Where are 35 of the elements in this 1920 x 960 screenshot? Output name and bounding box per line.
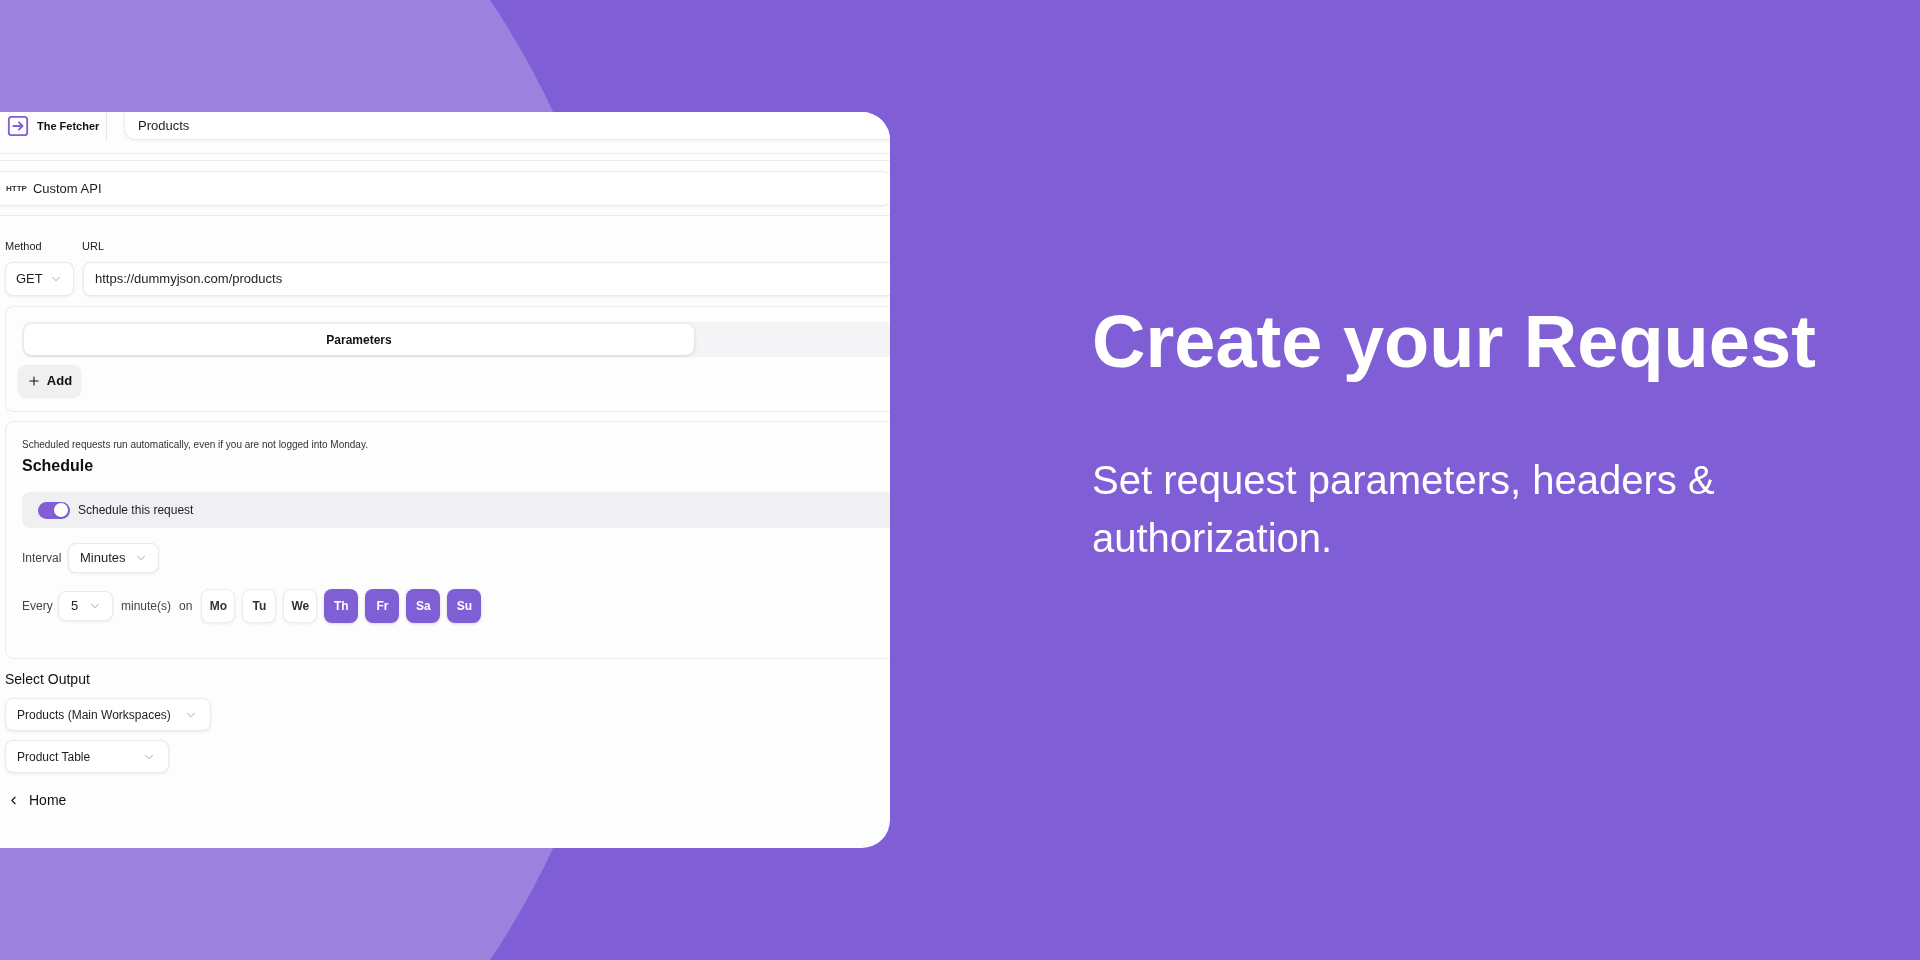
on-label: on xyxy=(179,598,193,615)
add-button[interactable]: Add xyxy=(18,365,81,397)
interval-label: Interval xyxy=(22,550,63,567)
url-label: URL xyxy=(82,239,104,255)
method-label: Method xyxy=(5,239,43,255)
day-toggle[interactable]: Mo xyxy=(201,589,236,623)
logo-icon xyxy=(7,115,29,137)
every-label: Every xyxy=(22,598,54,615)
http-label: HTTP xyxy=(6,184,27,193)
day-toggle[interactable]: Th xyxy=(324,589,359,623)
header-tab[interactable]: Products xyxy=(124,112,890,140)
dropdown-select[interactable]: Product Table xyxy=(5,740,169,773)
dropdown-select[interactable]: 5 xyxy=(58,591,113,621)
dropdown-select[interactable]: Minutes xyxy=(68,543,159,573)
day-toggle[interactable]: Fr xyxy=(365,589,400,623)
day-toggle[interactable]: Sa xyxy=(406,589,441,623)
day-toggle[interactable]: We xyxy=(283,589,318,623)
day-toggle[interactable]: Tu xyxy=(242,589,277,623)
source-label: Custom API xyxy=(32,179,102,198)
tab[interactable]: Parameters xyxy=(24,324,694,355)
toggle-label: Schedule this request xyxy=(78,502,194,519)
source-card[interactable]: HTTP Custom API xyxy=(0,171,890,206)
dropdown-select[interactable]: GET xyxy=(5,262,74,296)
day-toggle[interactable]: Su xyxy=(447,589,482,623)
output-title: Select Output xyxy=(5,670,91,689)
unit-label: minute(s) xyxy=(121,598,171,615)
plus-icon xyxy=(26,374,41,388)
hero-subtitle: Set request parameters, headers & authorization. xyxy=(1092,456,1716,562)
home-link[interactable]: Home xyxy=(7,790,67,811)
schedule-title: Schedule xyxy=(22,456,95,476)
dropdown-select[interactable]: Products (Main Workspaces) xyxy=(5,698,211,731)
url-input[interactable]: https://dummyjson.com/products xyxy=(83,262,890,296)
app-name: The Fetcher xyxy=(37,118,100,134)
toggle-switch[interactable] xyxy=(38,501,70,519)
schedule-note: Scheduled requests run automatically, even if you are not logged into Monday. xyxy=(22,438,369,452)
